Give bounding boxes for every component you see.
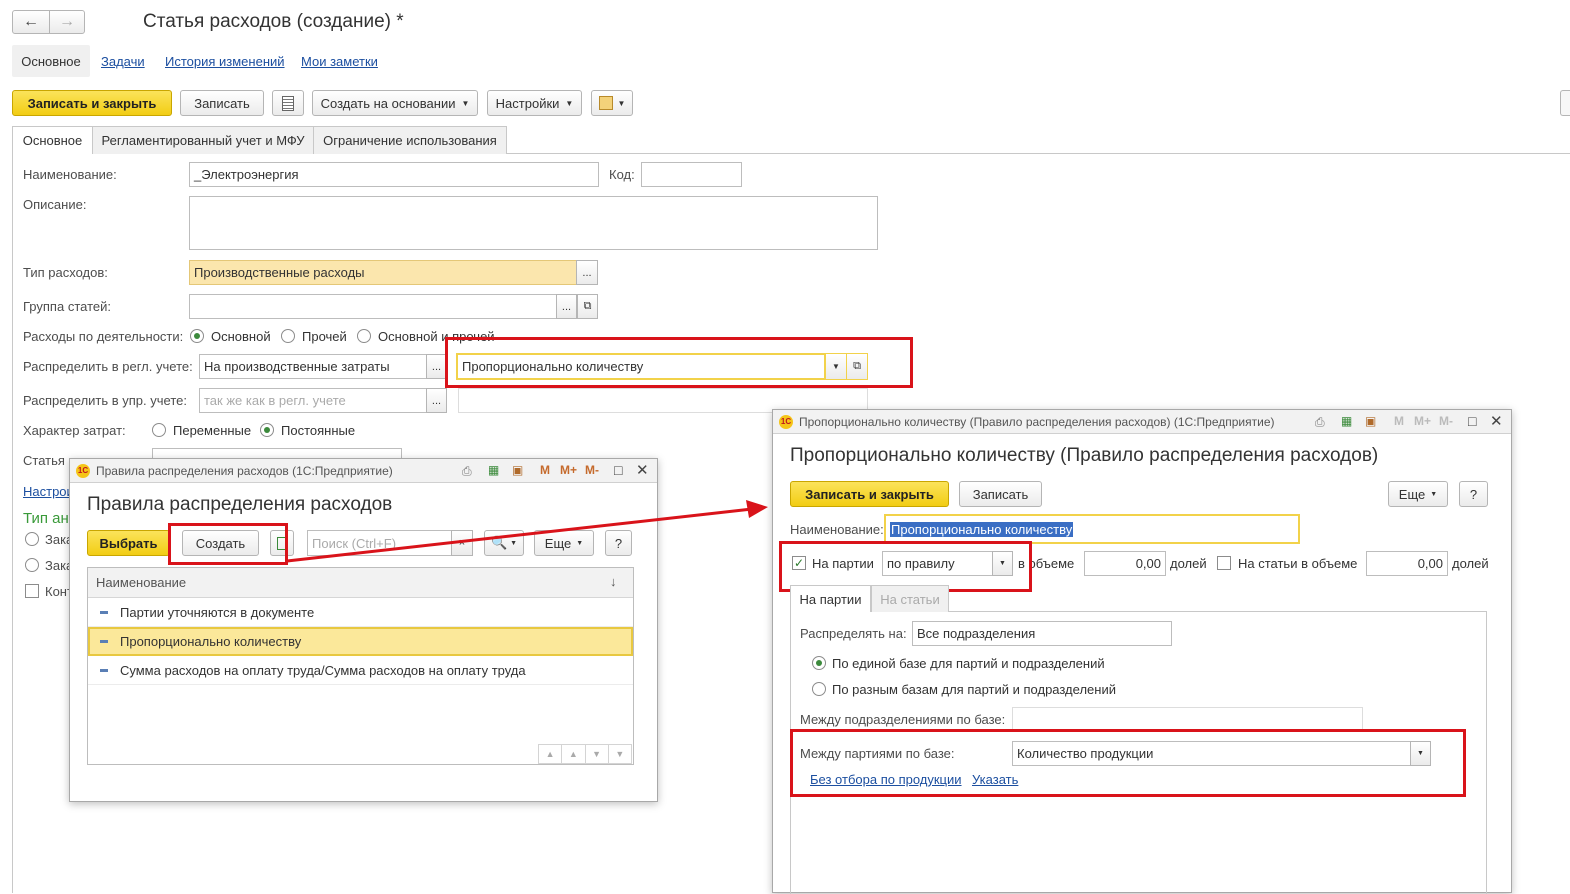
calculator-icon[interactable]: ▦ xyxy=(1341,414,1352,428)
on-articles-label: На статьи в объеме xyxy=(1238,556,1358,571)
on-articles-checkbox[interactable] xyxy=(1217,556,1231,570)
calendar-icon[interactable]: ▣ xyxy=(1365,414,1376,428)
base-radio-single[interactable] xyxy=(812,656,826,670)
volume-input[interactable]: 0,00 xyxy=(1084,551,1166,576)
base-radio-different[interactable] xyxy=(812,682,826,696)
highlight-between-batches xyxy=(790,729,1466,797)
arrow-line xyxy=(286,507,753,563)
rule-name-selected-text: Пропорционально количеству xyxy=(890,521,1074,537)
base-option-different: По разным базам для партий и подразделен… xyxy=(832,682,1116,697)
rule-more-button[interactable]: Еще ▼ xyxy=(1388,481,1448,507)
rule-tab-batches[interactable]: На партии xyxy=(790,585,871,612)
rule-name-input[interactable]: Пропорционально количеству xyxy=(884,514,1300,544)
more-label: Еще xyxy=(1398,486,1426,502)
rule-tab-articles[interactable]: На статьи xyxy=(871,585,949,612)
articles-volume-input[interactable]: 0,00 xyxy=(1366,551,1448,576)
distribute-to-label: Распределять на: xyxy=(800,626,907,641)
between-depts-label: Между подразделениями по базе: xyxy=(800,712,1006,727)
rule-save-and-close-button[interactable]: Записать и закрыть xyxy=(790,481,949,507)
rule-name-label: Наименование: xyxy=(790,522,884,537)
chevron-down-icon: ▼ xyxy=(1430,490,1438,498)
rule-window: 1С Пропорционально количеству (Правило р… xyxy=(772,409,1512,894)
articles-shares-label: долей xyxy=(1452,556,1489,571)
rule-window-titlebar-text: Пропорционально количеству (Правило расп… xyxy=(799,414,1275,429)
arrow-head xyxy=(746,500,768,518)
memory-minus-icon[interactable]: M- xyxy=(1439,414,1453,428)
memory-plus-icon[interactable]: M+ xyxy=(1414,414,1431,428)
base-option-single: По единой базе для партий и подразделени… xyxy=(832,656,1105,671)
rule-save-button[interactable]: Записать xyxy=(959,481,1042,507)
rule-window-title: Пропорционально количеству (Правило расп… xyxy=(790,445,1379,466)
shares-label: долей xyxy=(1170,556,1207,571)
print-icon[interactable]: ⎙ xyxy=(1315,415,1325,430)
1c-logo-icon: 1С xyxy=(779,414,793,429)
rule-help-button[interactable]: ? xyxy=(1459,481,1488,507)
distribute-to-input[interactable]: Все подразделения xyxy=(912,621,1172,646)
memory-icon[interactable]: M xyxy=(1394,414,1404,428)
close-icon[interactable]: ✕ xyxy=(1490,412,1503,430)
maximize-icon[interactable]: □ xyxy=(1468,413,1476,429)
